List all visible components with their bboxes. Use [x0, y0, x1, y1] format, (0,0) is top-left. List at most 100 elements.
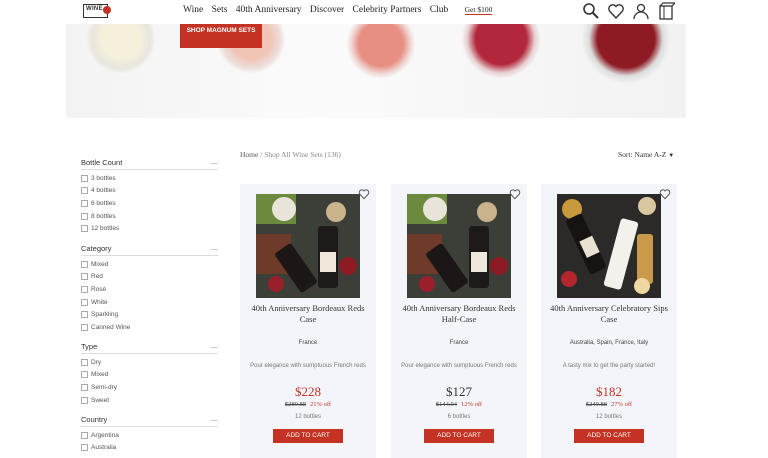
product-name[interactable]: 40th Anniversary Celebratory Sips Case [545, 303, 673, 325]
filter-bottle-count: Bottle Count — 3 bottles 4 bottles 6 bott… [81, 158, 218, 235]
filter-option[interactable]: 4 bottles [81, 185, 218, 198]
checkbox[interactable] [81, 444, 88, 452]
filter-option[interactable]: 12 bottles [81, 222, 218, 235]
filter-option[interactable]: Sparkling [81, 308, 218, 321]
checkbox[interactable] [81, 225, 88, 233]
checkbox[interactable] [81, 285, 88, 293]
discount-badge: 27% off [611, 401, 633, 408]
product-original-price: $289.88 21% off [240, 401, 376, 408]
nav-celebrity-partners[interactable]: Celebrity Partners [353, 5, 422, 15]
filter-option[interactable]: Sweet [81, 394, 218, 407]
add-to-cart-button[interactable]: ADD TO CART [424, 429, 494, 443]
filter-option[interactable]: Dry [81, 356, 218, 369]
sort-dropdown[interactable]: Sort: Name A-Z ▼ [618, 150, 674, 159]
product-description: Pour elegance with sumptuous French reds [250, 363, 366, 369]
product-image[interactable] [557, 194, 661, 298]
checkbox[interactable] [81, 396, 88, 404]
shop-magnum-sets-button[interactable]: SHOP MAGNUM SETS [180, 24, 262, 48]
collapse-icon[interactable]: — [211, 158, 219, 167]
site-header: WINE Wine Sets 40th Anniversary Discover… [0, 0, 768, 24]
nav-wine[interactable]: Wine [183, 5, 203, 15]
filter-option[interactable]: White [81, 296, 218, 309]
product-image[interactable] [407, 194, 511, 298]
checkbox[interactable] [81, 358, 88, 366]
strikethrough-price: $144.94 [435, 401, 458, 408]
checkbox[interactable] [81, 199, 88, 207]
strikethrough-price: $289.88 [284, 401, 307, 408]
filter-title-text: Bottle Count [81, 158, 123, 167]
product-name[interactable]: 40th Anniversary Bordeaux Reds Case [244, 303, 372, 325]
filter-option[interactable]: Canned Wine [81, 321, 218, 334]
option-label: 8 bottles [91, 212, 116, 220]
search-icon[interactable] [582, 2, 600, 20]
nav-sets[interactable]: Sets [212, 5, 228, 15]
nav-club[interactable]: Club [430, 5, 448, 15]
filter-title[interactable]: Category — [81, 244, 218, 256]
nav-discover[interactable]: Discover [310, 5, 344, 15]
filter-option[interactable]: Red [81, 271, 218, 284]
filter-option[interactable]: 3 bottles [81, 172, 218, 185]
checkbox[interactable] [81, 187, 88, 195]
checkbox[interactable] [81, 323, 88, 331]
collapse-icon[interactable]: — [211, 342, 219, 351]
checkbox[interactable] [81, 273, 88, 281]
filter-title[interactable]: Country — [81, 415, 218, 427]
strikethrough-price: $249.88 [585, 401, 608, 408]
product-description: Pour elegance with sumptuous French reds [401, 363, 517, 369]
account-icon[interactable] [632, 2, 650, 20]
filter-option[interactable]: 8 bottles [81, 210, 218, 223]
logo-text: WINE [86, 6, 103, 12]
filter-option[interactable]: Mixed [81, 369, 218, 382]
option-label: 6 bottles [91, 199, 116, 207]
heart-icon[interactable] [607, 2, 625, 20]
filter-option[interactable]: Australia [81, 442, 218, 455]
product-original-price: $144.94 12% off [391, 401, 527, 408]
checkbox[interactable] [81, 431, 88, 439]
checkbox[interactable] [81, 311, 88, 319]
filter-option[interactable]: Rosé [81, 283, 218, 296]
add-to-cart-button[interactable]: ADD TO CART [574, 429, 644, 443]
checkbox[interactable] [81, 371, 88, 379]
cart-icon[interactable] [657, 2, 677, 20]
product-bottle-count: 12 bottles [595, 414, 623, 420]
hero-banner [66, 24, 686, 118]
product-original-price: $249.88 27% off [541, 401, 677, 408]
product-origin: France [298, 340, 318, 346]
checkbox[interactable] [81, 298, 88, 306]
product-card[interactable]: 40th Anniversary Bordeaux Reds Half-Case… [391, 184, 527, 458]
checkbox[interactable] [81, 174, 88, 182]
filter-title[interactable]: Bottle Count — [81, 158, 218, 170]
main-nav: Wine Sets 40th Anniversary Discover Cele… [183, 5, 498, 15]
get-100-link[interactable]: Get $100 [464, 5, 493, 15]
product-origin: France [449, 340, 469, 346]
breadcrumb-home[interactable]: Home [240, 150, 258, 159]
add-to-cart-button[interactable]: ADD TO CART [273, 429, 343, 443]
filter-option[interactable]: 6 bottles [81, 197, 218, 210]
checkbox[interactable] [81, 383, 88, 391]
option-label: White [91, 298, 108, 306]
checkbox[interactable] [81, 260, 88, 268]
product-image[interactable] [256, 194, 360, 298]
nav-40th-anniversary[interactable]: 40th Anniversary [236, 5, 302, 15]
product-name[interactable]: 40th Anniversary Bordeaux Reds Half-Case [395, 303, 523, 325]
filter-country: Country — Argentina Australia [81, 415, 218, 454]
header-icons [582, 2, 678, 25]
checkbox[interactable] [81, 212, 88, 220]
product-card[interactable]: 40th Anniversary Celebratory Sips Case A… [541, 184, 677, 458]
filter-option[interactable]: Argentina [81, 429, 218, 442]
filter-title[interactable]: Type — [81, 342, 218, 354]
collapse-icon[interactable]: — [211, 415, 219, 424]
product-price: $127 [446, 384, 472, 399]
filter-option[interactable]: Mixed [81, 258, 218, 271]
collapse-icon[interactable]: — [211, 244, 219, 253]
option-label: 4 bottles [91, 187, 116, 195]
product-card[interactable]: 40th Anniversary Bordeaux Reds Case Fran… [240, 184, 376, 458]
filter-option[interactable]: Semi-dry [81, 381, 218, 394]
breadcrumb-current: Shop All Wine Sets (136) [264, 150, 341, 159]
filter-category: Category — Mixed Red Rosé White Sparkling… [81, 244, 218, 334]
option-label: Red [91, 273, 103, 281]
site-logo[interactable]: WINE [83, 4, 111, 18]
filter-title-text: Type [81, 342, 98, 351]
option-label: Sparkling [91, 311, 119, 319]
option-label: Rosé [91, 285, 107, 293]
